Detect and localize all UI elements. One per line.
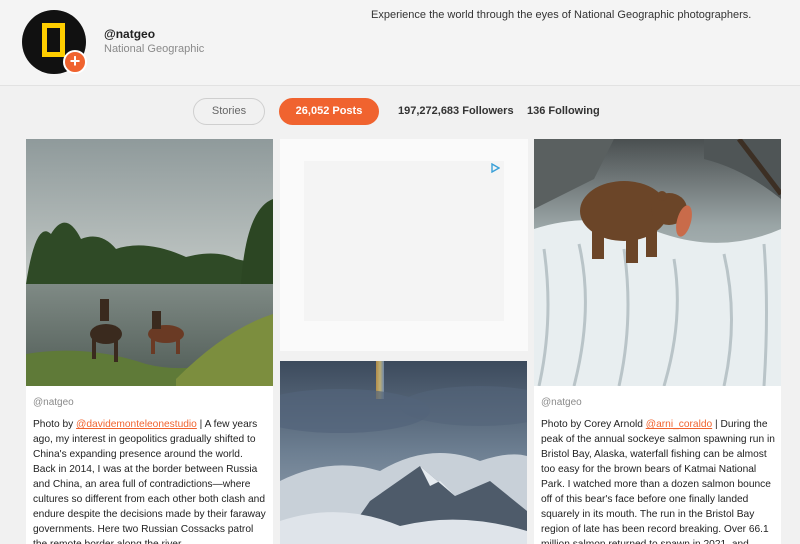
post-card[interactable] <box>280 361 527 544</box>
adchoices-icon[interactable] <box>490 163 500 173</box>
post-image[interactable] <box>534 139 781 386</box>
stats-bar: Stories 26,052 Posts 197,272,683 Followe… <box>0 97 800 127</box>
caption-body: | During the peak of the annual sockeye … <box>541 419 775 544</box>
natgeo-logo-icon <box>42 23 65 57</box>
avatar[interactable]: + <box>22 10 87 74</box>
photographer-link[interactable]: @davidemonteleonestudio <box>76 419 197 430</box>
followers-count[interactable]: 197,272,683 Followers <box>398 105 514 117</box>
photographer-link[interactable]: @arni_coraldo <box>646 419 712 430</box>
caption-body: | A few years ago, my interest in geopol… <box>33 419 266 544</box>
post-author[interactable]: @natgeo <box>33 397 74 408</box>
caption-prefix: Photo by <box>33 419 77 430</box>
profile-bio: Experience the world through the eyes of… <box>371 9 752 21</box>
profile-header: + @natgeo National Geographic Experience… <box>0 0 800 86</box>
profile-name: National Geographic <box>104 43 205 55</box>
profile-handle: @natgeo <box>104 27 156 41</box>
post-card[interactable]: @natgeo Photo by @davidemonteleonestudio… <box>26 139 273 544</box>
post-caption: Photo by Corey Arnold @arni_coraldo | Du… <box>541 417 775 544</box>
post-card[interactable]: @natgeo Photo by Corey Arnold @arni_cora… <box>534 139 781 544</box>
following-count[interactable]: 136 Following <box>527 105 600 117</box>
post-author[interactable]: @natgeo <box>541 397 582 408</box>
stories-button[interactable]: Stories <box>193 98 265 125</box>
post-image[interactable] <box>280 361 527 544</box>
ad-slot[interactable] <box>280 139 528 351</box>
post-caption: Photo by @davidemonteleonestudio | A few… <box>33 417 267 544</box>
caption-prefix: Photo by Corey Arnold <box>541 419 646 430</box>
post-image[interactable] <box>26 139 273 386</box>
plus-icon[interactable]: + <box>63 50 87 74</box>
ad-content <box>304 161 504 321</box>
posts-tab[interactable]: 26,052 Posts <box>279 98 379 125</box>
